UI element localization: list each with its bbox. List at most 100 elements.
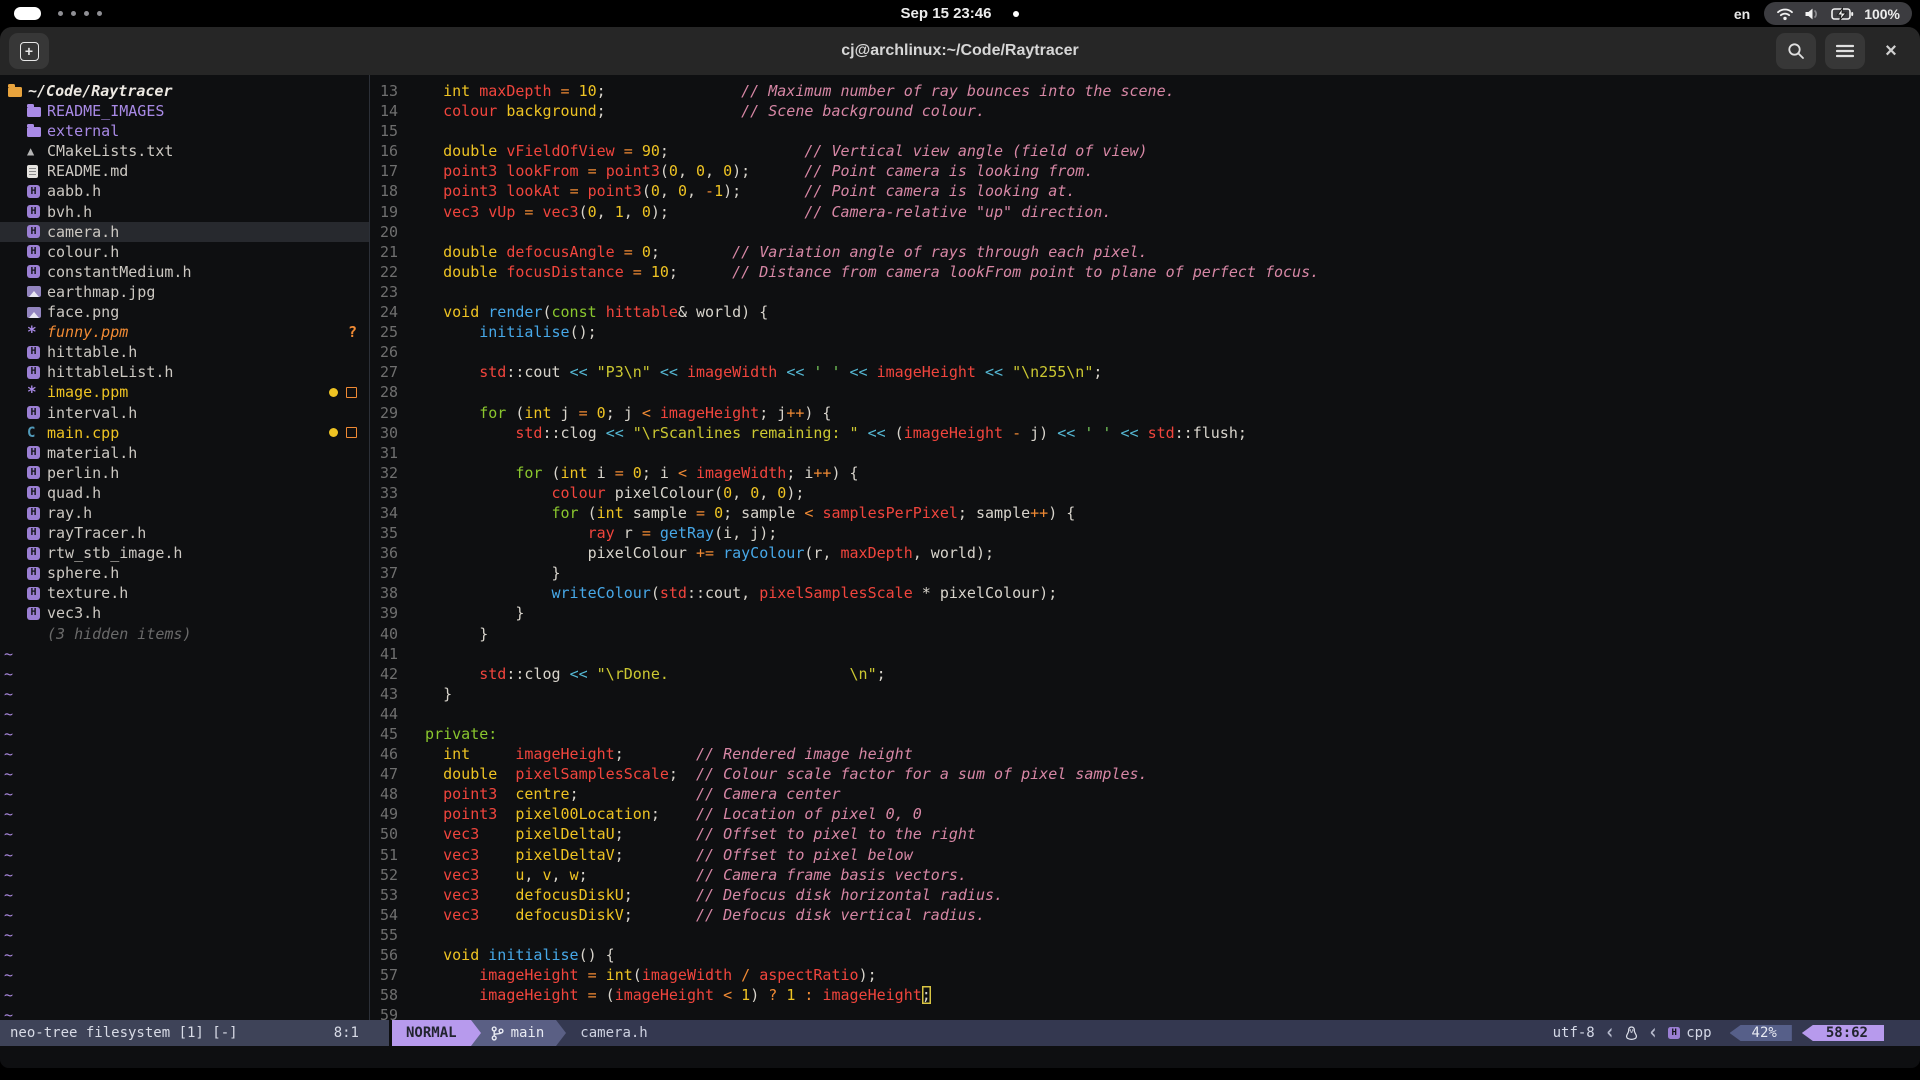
code-line[interactable]: 33 colour pixelColour(0, 0, 0); [370, 483, 1920, 503]
tree-item[interactable]: Hbvh.h [0, 202, 369, 222]
code-line[interactable]: 51 vec3 pixelDeltaV; // Offset to pixel … [370, 845, 1920, 865]
code-line[interactable]: 54 vec3 defocusDiskV; // Defocus disk ve… [370, 905, 1920, 925]
tree-item[interactable]: ▲CMakeLists.txt [0, 141, 369, 161]
code-line[interactable]: 37 } [370, 563, 1920, 583]
tree-item[interactable]: *funny.ppm? [0, 322, 369, 342]
code-line[interactable]: 27 std::cout << "P3\n" << imageWidth << … [370, 362, 1920, 382]
close-button[interactable]: × [1874, 33, 1908, 69]
code-line[interactable]: 15 [370, 121, 1920, 141]
tree-item[interactable]: HconstantMedium.h [0, 262, 369, 282]
tree-item-label: bvh.h [47, 202, 92, 222]
code-line[interactable]: 21 double defocusAngle = 0; // Variation… [370, 242, 1920, 262]
empty-buffer-tilde: ~ [0, 965, 369, 985]
code-line[interactable]: 23 [370, 282, 1920, 302]
code-line[interactable]: 14 colour background; // Scene backgroun… [370, 101, 1920, 121]
system-tray[interactable]: 100% [1764, 2, 1912, 25]
code-line[interactable]: 56 void initialise() { [370, 945, 1920, 965]
code-line[interactable]: 49 point3 pixel00Location; // Location o… [370, 804, 1920, 824]
tree-item[interactable]: HhittableList.h [0, 362, 369, 382]
code-line[interactable]: 31 [370, 443, 1920, 463]
tree-item[interactable]: Cmain.cpp [0, 423, 369, 443]
code-line[interactable]: 43 } [370, 684, 1920, 704]
tree-item-icon-slot: H [27, 245, 45, 258]
code-line[interactable]: 16 double vFieldOfView = 90; // Vertical… [370, 141, 1920, 161]
tree-item[interactable]: Hray.h [0, 503, 369, 523]
tree-item[interactable]: Hmaterial.h [0, 443, 369, 463]
tree-item[interactable]: Hperlin.h [0, 463, 369, 483]
code-line[interactable]: 13 int maxDepth = 10; // Maximum number … [370, 81, 1920, 101]
line-number: 35 [370, 523, 407, 543]
code-line[interactable]: 47 double pixelSamplesScale; // Colour s… [370, 764, 1920, 784]
code-line[interactable]: 46 int imageHeight; // Rendered image he… [370, 744, 1920, 764]
line-number: 24 [370, 302, 407, 322]
line-number: 26 [370, 342, 407, 362]
code-line[interactable]: 48 point3 centre; // Camera center [370, 784, 1920, 804]
code-line[interactable]: 36 pixelColour += rayColour(r, maxDepth,… [370, 543, 1920, 563]
empty-buffer-tilde: ~ [0, 985, 369, 1005]
code-line[interactable]: 19 vec3 vUp = vec3(0, 1, 0); // Camera-r… [370, 202, 1920, 222]
tree-item[interactable]: Hvec3.h [0, 603, 369, 623]
code-line[interactable]: 25 initialise(); [370, 322, 1920, 342]
code-line[interactable]: 34 for (int sample = 0; sample < samples… [370, 503, 1920, 523]
code-line[interactable]: 28 [370, 382, 1920, 402]
code-line[interactable]: 26 [370, 342, 1920, 362]
tree-item[interactable]: face.png [0, 302, 369, 322]
code-editor-buffer[interactable]: 13 int maxDepth = 10; // Maximum number … [370, 75, 1920, 1020]
neotree-file-explorer[interactable]: ~/Code/RaytracerREADME_IMAGESexternal▲CM… [0, 75, 369, 1020]
tree-item[interactable]: HrayTracer.h [0, 523, 369, 543]
tree-item[interactable]: Hhittable.h [0, 342, 369, 362]
code-line[interactable]: 18 point3 lookAt = point3(0, 0, -1); // … [370, 181, 1920, 201]
tree-item[interactable]: Hquad.h [0, 483, 369, 503]
notification-dot [1013, 11, 1019, 17]
tree-item[interactable]: README.md [0, 161, 369, 181]
search-button[interactable] [1776, 33, 1816, 69]
clock[interactable]: Sep 15 23:46 [0, 0, 1920, 27]
tree-item[interactable]: Hinterval.h [0, 403, 369, 423]
keyboard-layout-indicator[interactable]: en [1734, 6, 1750, 22]
code-line[interactable]: 39 } [370, 603, 1920, 623]
code-line[interactable]: 38 writeColour(std::cout, pixelSamplesSc… [370, 583, 1920, 603]
code-line[interactable]: 59 [370, 1005, 1920, 1020]
line-number: 30 [370, 423, 407, 443]
line-number: 47 [370, 764, 407, 784]
tree-item[interactable]: *image.ppm [0, 382, 369, 402]
git-modified-badge [329, 388, 338, 397]
empty-buffer-tilde: ~ [0, 784, 369, 804]
code-line[interactable]: 40 } [370, 624, 1920, 644]
code-line[interactable]: 45 private: [370, 724, 1920, 744]
git-modified-badge [329, 428, 338, 437]
code-line[interactable]: 17 point3 lookFrom = point3(0, 0, 0); //… [370, 161, 1920, 181]
code-line[interactable]: 55 [370, 925, 1920, 945]
tree-item[interactable]: Hcamera.h [0, 222, 369, 242]
code-line[interactable]: 58 imageHeight = (imageHeight < 1) ? 1 :… [370, 985, 1920, 1005]
line-number: 14 [370, 101, 407, 121]
tree-item[interactable]: Htexture.h [0, 583, 369, 603]
code-line[interactable]: 52 vec3 u, v, w; // Camera frame basis v… [370, 865, 1920, 885]
tree-item[interactable]: earthmap.jpg [0, 282, 369, 302]
tree-item[interactable]: Hrtw_stb_image.h [0, 543, 369, 563]
tree-item[interactable]: ~/Code/Raytracer [0, 81, 369, 101]
code-line[interactable]: 30 std::clog << "\rScanlines remaining: … [370, 423, 1920, 443]
tree-item[interactable]: Hsphere.h [0, 563, 369, 583]
tree-item[interactable]: Hcolour.h [0, 242, 369, 262]
tree-item[interactable]: README_IMAGES [0, 101, 369, 121]
code-line[interactable]: 24 void render(const hittable& world) { [370, 302, 1920, 322]
code-line[interactable]: 22 double focusDistance = 10; // Distanc… [370, 262, 1920, 282]
code-line[interactable]: 20 [370, 222, 1920, 242]
code-line[interactable]: 32 for (int i = 0; i < imageWidth; i++) … [370, 463, 1920, 483]
menu-button[interactable] [1825, 33, 1865, 69]
empty-buffer-tilde: ~ [0, 845, 369, 865]
tree-item[interactable]: Haabb.h [0, 181, 369, 201]
code-line[interactable]: 50 vec3 pixelDeltaU; // Offset to pixel … [370, 824, 1920, 844]
tree-item[interactable]: (3 hidden items) [0, 624, 369, 644]
code-line[interactable]: 57 imageHeight = int(imageWidth / aspect… [370, 965, 1920, 985]
tree-item-label: aabb.h [47, 181, 101, 201]
line-number: 49 [370, 804, 407, 824]
code-line[interactable]: 29 for (int j = 0; j < imageHeight; j++)… [370, 403, 1920, 423]
code-line[interactable]: 53 vec3 defocusDiskU; // Defocus disk ho… [370, 885, 1920, 905]
code-line[interactable]: 35 ray r = getRay(i, j); [370, 523, 1920, 543]
code-line[interactable]: 42 std::clog << "\rDone. \n"; [370, 664, 1920, 684]
code-line[interactable]: 44 [370, 704, 1920, 724]
code-line[interactable]: 41 [370, 644, 1920, 664]
tree-item[interactable]: external [0, 121, 369, 141]
